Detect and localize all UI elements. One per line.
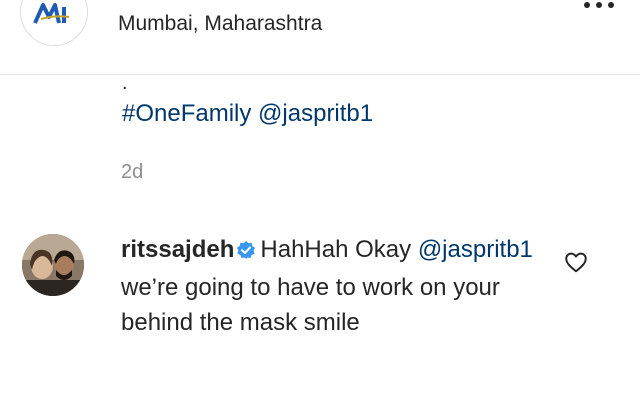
heart-icon[interactable] <box>563 249 589 275</box>
comment-text-end: we’re going to have to work on your behi… <box>121 274 500 336</box>
mention-link[interactable]: @jaspritb1 <box>258 100 373 127</box>
comment-text-start: HahHah Okay <box>260 236 412 263</box>
post-location[interactable]: Mumbai, Maharashtra <box>118 12 322 36</box>
hashtag-link[interactable]: #OneFamily <box>122 100 251 127</box>
commenter-avatar[interactable] <box>22 234 84 296</box>
more-options-icon[interactable] <box>582 0 616 16</box>
mumbai-indians-logo-icon[interactable] <box>20 0 88 46</box>
post-header: Mumbai, Maharashtra <box>0 0 640 75</box>
comment-mention-link[interactable]: @jaspritb1 <box>418 236 533 263</box>
caption-dot: . <box>122 72 128 94</box>
post-comments-panel: Mumbai, Maharashtra . #OneFamily @jaspri… <box>0 0 640 400</box>
comment-username[interactable]: ritssajdeh <box>121 236 234 263</box>
verified-badge-icon <box>236 235 256 270</box>
comment-body: ritssajdeh HahHah Okay @jaspritb1 we’re g… <box>121 232 561 340</box>
post-timestamp[interactable]: 2d <box>121 161 143 184</box>
caption-tags: #OneFamily @jaspritb1 <box>122 100 373 128</box>
